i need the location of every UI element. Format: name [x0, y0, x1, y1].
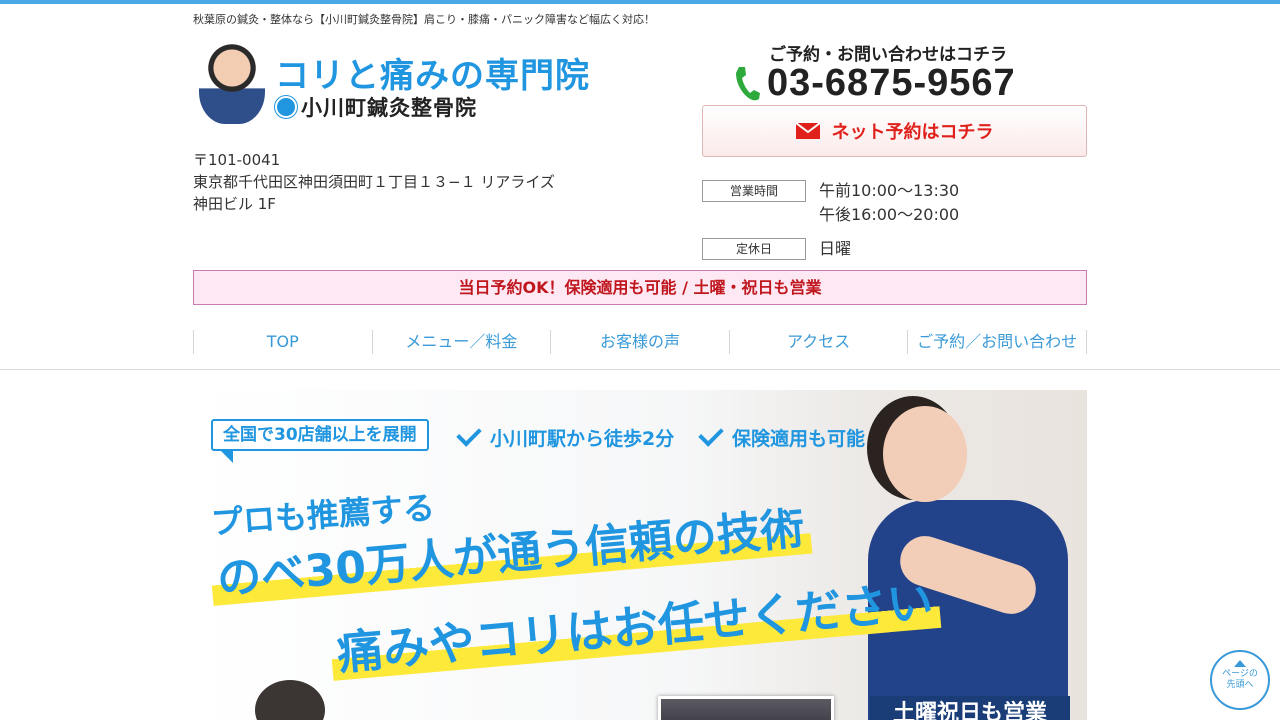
global-nav: TOP メニュー／料金 お客様の声 アクセス ご予約／お問い合わせ: [193, 330, 1087, 354]
mail-icon: [794, 122, 821, 139]
hero-badge: 全国で30店舗以上を展開: [211, 419, 429, 451]
notice-banner: 当日予約OK！保険適用も可能 / 土曜・祝日も営業: [193, 270, 1087, 305]
address-line-2: 神田ビル 1F: [193, 195, 276, 213]
logo-subtitle: 小川町鍼灸整骨院: [301, 96, 477, 120]
arrow-up-icon: [1234, 660, 1246, 667]
nav-item-contact[interactable]: ご予約／お問い合わせ: [907, 330, 1087, 354]
hero-doctor-image: [255, 680, 325, 720]
address-line-1: 東京都千代田区神田須田町１丁目１３−１ リアライズ: [193, 173, 555, 191]
phone-number: 03-6875-9567: [767, 62, 1016, 104]
logo-title: コリと痛みの専門院: [275, 56, 590, 96]
hero-therapist-image: [838, 400, 1087, 720]
hero-banner: 全国で30店舗以上を展開 小川町駅から徒歩2分 保険適用も可能 プロも推薦する …: [193, 390, 1087, 720]
business-hours: 営業時間 午前10:00〜13:30 午後16:00〜20:00 定休日 日曜: [702, 179, 959, 271]
hours-key: 営業時間: [702, 180, 806, 202]
hours-row: 営業時間 午前10:00〜13:30 午後16:00〜20:00: [702, 179, 959, 227]
scroll-to-top-label: ページの 先頭へ: [1222, 669, 1258, 690]
phone-link[interactable]: 03-6875-9567: [733, 62, 1016, 105]
closed-day-key: 定休日: [702, 238, 806, 260]
scroll-to-top-button[interactable]: ページの 先頭へ: [1210, 650, 1270, 710]
site-tagline: 秋葉原の鍼灸・整体なら【小川町鍼灸整骨院】肩こり・膝痛・パニック障害など幅広く対…: [193, 13, 655, 26]
nav-item-voice[interactable]: お客様の声: [550, 330, 729, 354]
logo-subtitle-row: 小川町鍼灸整骨院: [275, 92, 477, 122]
closed-day-row: 定休日 日曜: [702, 237, 959, 261]
hours-value: 午後16:00〜20:00: [819, 205, 960, 224]
hero-check-station: 小川町駅から徒歩2分: [456, 421, 675, 451]
check-icon: [456, 421, 482, 447]
site-logo[interactable]: コリと痛みの専門院 小川町鍼灸整骨院: [193, 38, 593, 130]
therapist-head: [883, 406, 967, 502]
nav-divider: [0, 369, 1280, 370]
check-icon: [698, 421, 724, 447]
check-text: 保険適用も可能: [732, 428, 866, 450]
hours-values: 午前10:00〜13:30 午後16:00〜20:00: [819, 179, 959, 227]
top-accent-bar: [0, 0, 1280, 4]
photo-card-image: [661, 699, 831, 720]
badge-tail: [221, 451, 233, 463]
nav-item-menu[interactable]: メニュー／料金: [371, 330, 551, 354]
practitioner-avatar: [199, 44, 265, 124]
clinic-mark-icon: [275, 96, 297, 118]
nav-item-access[interactable]: アクセス: [728, 330, 908, 354]
net-reserve-label: ネット予約はコチラ: [831, 122, 994, 143]
nav-item-top[interactable]: TOP: [193, 330, 372, 354]
phone-icon: [733, 65, 761, 103]
hero-photo-card: [658, 696, 834, 720]
check-text: 小川町駅から徒歩2分: [490, 428, 675, 450]
closed-day-value: 日曜: [819, 239, 852, 258]
hours-value: 午前10:00〜13:30: [819, 181, 960, 200]
hero-saturday-tag: 土曜祝日も営業: [870, 696, 1070, 720]
net-reserve-button[interactable]: ネット予約はコチラ: [702, 105, 1087, 157]
address-postal: 〒101-0041: [193, 151, 281, 169]
clinic-address: 〒101-0041 東京都千代田区神田須田町１丁目１３−１ リアライズ 神田ビル…: [193, 149, 555, 215]
hero-check-insurance: 保険適用も可能: [698, 421, 866, 451]
